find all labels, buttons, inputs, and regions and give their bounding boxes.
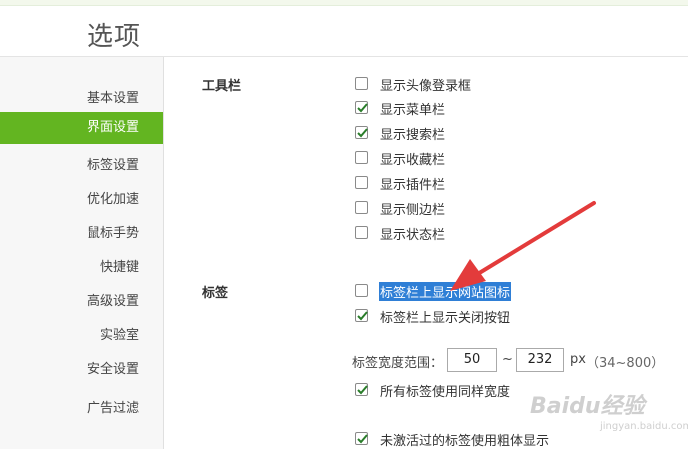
tab-option-checkbox[interactable] [355,284,368,297]
toolbar-option-label[interactable]: 显示搜索栏 [380,124,445,143]
toolbar-option-label[interactable]: 显示插件栏 [380,174,445,193]
tab-width-min-input[interactable]: 50 [447,348,497,372]
toolbar-option-checkbox[interactable] [355,126,368,139]
watermark-url: jingyan.baidu.com [600,421,688,432]
annotation-arrow-icon [450,201,596,291]
sidebar-item-optimize[interactable]: 优化加速 [87,188,139,207]
toolbar-option-checkbox[interactable] [355,151,368,164]
watermark-logo: Baidu经验 [530,394,645,419]
tab-width-max-input[interactable]: 232 [516,348,564,372]
tab-width-label: 标签宽度范围： [352,356,444,371]
toolbar-option-checkbox[interactable] [355,201,368,214]
sidebar-item-interface[interactable]: 界面设置 [0,112,163,144]
sidebar-item-tabs[interactable]: 标签设置 [87,154,139,173]
tab-width-separator: ~ [502,352,513,367]
sidebar-item-mouse-gesture[interactable]: 鼠标手势 [87,222,139,241]
toolbar-section-label: 工具栏 [202,79,242,94]
toolbar-option-label[interactable]: 显示菜单栏 [380,99,445,118]
same-width-checkbox[interactable] [355,383,368,396]
check-icon [357,103,368,113]
check-icon [357,311,368,321]
toolbar-option-label[interactable]: 显示状态栏 [380,224,445,243]
toolbar-option-label[interactable]: 显示侧边栏 [380,199,445,218]
tab-option-label[interactable]: 标签栏上显示关闭按钮 [380,307,510,326]
check-icon [357,385,368,395]
check-icon [357,128,368,138]
check-icon [357,434,368,444]
bold-inactive-label[interactable]: 未激活过的标签使用粗体显示 [380,430,549,449]
bold-inactive-checkbox[interactable] [355,432,368,445]
top-bar [0,0,688,6]
toolbar-option-checkbox[interactable] [355,101,368,114]
tab-width-hint: （34~800） [586,356,665,371]
tabs-section-label: 标签 [202,286,229,301]
page-title: 选项 [87,22,142,52]
toolbar-option-checkbox[interactable] [355,176,368,189]
same-width-label[interactable]: 所有标签使用同样宽度 [380,381,510,400]
toolbar-option-label[interactable]: 显示头像登录框 [380,75,471,94]
tab-width-unit: px [570,352,586,367]
tab-option-checkbox[interactable] [355,309,368,322]
sidebar-item-basic[interactable]: 基本设置 [87,87,139,106]
sidebar-item-adblock[interactable]: 广告过滤 [87,397,139,416]
sidebar: 基本设置 界面设置 标签设置 优化加速 鼠标手势 快捷键 高级设置 实验室 安全… [0,57,164,449]
toolbar-option-checkbox[interactable] [355,226,368,239]
sidebar-item-shortcuts[interactable]: 快捷键 [100,256,139,275]
sidebar-item-lab[interactable]: 实验室 [100,324,139,343]
sidebar-item-security[interactable]: 安全设置 [87,358,139,377]
sidebar-item-advanced[interactable]: 高级设置 [87,290,139,309]
toolbar-option-label[interactable]: 显示收藏栏 [380,149,445,168]
toolbar-option-checkbox[interactable] [355,77,368,90]
